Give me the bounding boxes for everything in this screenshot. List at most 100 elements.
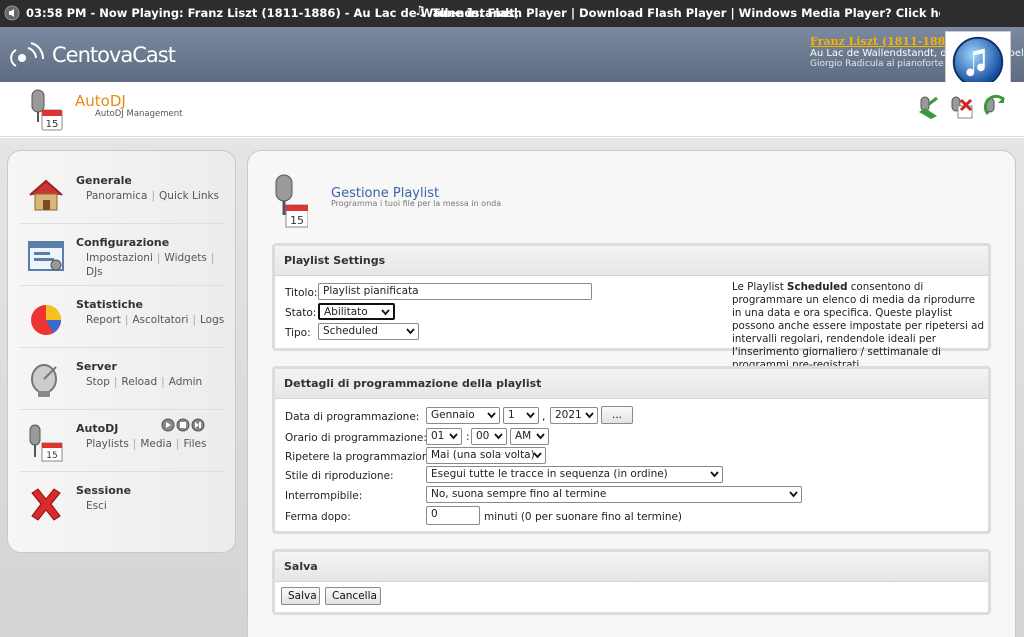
separator: | (175, 438, 180, 450)
sidebar-link-esci[interactable]: Esci (86, 500, 107, 512)
svg-text:15: 15 (290, 214, 304, 227)
stop-after-label: Ferma dopo: (285, 511, 351, 523)
repeat-label: Ripetere la programmazione: (285, 451, 439, 463)
playlist-settings-box: Playlist Settings Titolo: Playlist piani… (272, 243, 991, 371)
chevron-down-icon (406, 328, 415, 335)
day-select[interactable]: 1 (503, 407, 539, 424)
title-input[interactable]: Playlist pianificata (318, 283, 592, 300)
red-x-icon (31, 488, 61, 521)
type-select[interactable]: Scheduled (318, 323, 419, 340)
page-subtitle: Programma i tuoi file per la messa in on… (331, 199, 502, 208)
schedule-details-box: Dettagli di programmazione della playlis… (272, 366, 991, 534)
separator: | (124, 314, 129, 326)
chevron-down-icon (585, 412, 594, 419)
sidebar-link-media[interactable]: Media (140, 438, 172, 450)
year-select[interactable]: 2021 (550, 407, 598, 424)
separator: | (132, 438, 137, 450)
sidebar-item-sessione: Sessione Esci (8, 483, 237, 541)
save-button[interactable]: Salva (281, 587, 320, 605)
home-icon (29, 179, 63, 211)
divider (20, 347, 225, 348)
sidebar-link-djs[interactable]: DJs (86, 266, 103, 278)
sidebar-link-widgets[interactable]: Widgets (164, 252, 206, 264)
chevron-down-icon (381, 309, 390, 316)
autodj-skip-icon[interactable] (982, 94, 1008, 120)
separator: | (151, 190, 156, 202)
playlist-help-text: Le Playlist Scheduled consentono di prog… (732, 281, 984, 371)
state-select[interactable]: Abilitato (318, 303, 395, 320)
speaker-icon[interactable] (4, 5, 20, 21)
chevron-down-icon (494, 433, 503, 440)
box-header: Playlist Settings (275, 246, 988, 276)
box-header: Salva (275, 552, 988, 582)
stop-after-input[interactable]: 0 (426, 506, 480, 525)
autodj-stop-icon[interactable] (948, 94, 974, 120)
settings-window-icon (28, 241, 64, 271)
section-title: AutoDJ (75, 92, 126, 110)
repeat-select[interactable]: Mai (una sola volta) (426, 447, 546, 464)
main-panel: 15 Gestione Playlist Programma i tuoi fi… (247, 150, 1016, 637)
save-box: Salva Salva Cancella (272, 549, 991, 615)
play-style-label: Stile di riproduzione: (285, 470, 394, 482)
chevron-down-icon (789, 491, 798, 498)
chevron-down-icon (487, 412, 496, 419)
sidebar-heading[interactable]: Configurazione (76, 236, 169, 249)
time-label: Orario di programmazione: (285, 432, 427, 444)
separator: | (113, 376, 118, 388)
type-label: Tipo: (285, 327, 311, 339)
tune-in-ticker[interactable]: Tune in: Flash Player | Download Flash P… (432, 6, 940, 20)
chevron-down-icon (526, 412, 535, 419)
sidebar-link-stop[interactable]: Stop (86, 376, 110, 388)
sidebar-link-files[interactable]: Files (183, 438, 206, 450)
pie-chart-icon (31, 305, 61, 335)
title-label: Titolo: (285, 287, 318, 299)
sidebar-link-impostazioni[interactable]: Impostazioni (86, 252, 153, 264)
play-style-select[interactable]: Esegui tutte le tracce in sequenza (in o… (426, 466, 723, 483)
sidebar-link-reload[interactable]: Reload (121, 376, 157, 388)
section-header: 15 AutoDJ AutoDJ Management (0, 82, 1024, 137)
separator: | (210, 252, 215, 264)
chevron-down-icon (449, 433, 458, 440)
sidebar-link-panoramica[interactable]: Panoramica (86, 190, 147, 202)
autodj-mini-controls[interactable] (161, 418, 209, 433)
autodj-microphone-icon: 15 (31, 89, 63, 131)
chevron-down-icon (533, 452, 542, 459)
separator: | (161, 376, 165, 388)
broadcast-icon (10, 42, 45, 67)
sidebar-heading[interactable]: Sessione (76, 484, 131, 497)
chevron-down-icon (710, 471, 719, 478)
month-select[interactable]: Gennaio (426, 407, 500, 424)
sidebar-link-admin[interactable]: Admin (169, 376, 202, 388)
playlist-microphone-icon: 15 (275, 174, 308, 228)
satellite-icon (31, 364, 57, 397)
box-header: Dettagli di programmazione della playlis… (275, 369, 988, 399)
svg-text:15: 15 (46, 119, 59, 130)
sidebar-link-report[interactable]: Report (86, 314, 121, 326)
cancel-button[interactable]: Cancella (325, 587, 381, 605)
now-playing-bar: 03:58 PM - Now Playing: Franz Liszt (181… (0, 0, 1024, 27)
sidebar-link-quick-links[interactable]: Quick Links (159, 190, 219, 202)
interruptible-select[interactable]: No, suona sempre fino al termine (426, 486, 802, 503)
sidebar-heading[interactable]: Server (76, 360, 117, 373)
divider (20, 223, 225, 224)
state-label: Stato: (285, 307, 317, 319)
sidebar-link-logs[interactable]: Logs (200, 314, 224, 326)
divider (20, 471, 225, 472)
sidebar-heading[interactable]: Generale (76, 174, 132, 187)
separator: | (192, 314, 197, 326)
sidebar-heading[interactable]: Statistiche (76, 298, 143, 311)
app-header: CentovaCast Franz Liszt (1811-1886) Au L… (0, 27, 1024, 95)
autodj-start-icon[interactable] (915, 94, 941, 120)
logo-text: CentovaCast (52, 43, 176, 67)
minute-select[interactable]: 00 (471, 428, 507, 445)
stop-after-hint: minuti (0 per suonare fino al termine) (484, 511, 683, 523)
sidebar-link-ascoltatori[interactable]: Ascoltatori (132, 314, 188, 326)
hour-select[interactable]: 01 (426, 428, 462, 445)
music-note-icon: ♫ (414, 4, 426, 19)
sidebar-link-playlists[interactable]: Playlists (86, 438, 129, 450)
date-comma: , (542, 411, 546, 423)
sidebar-heading[interactable]: AutoDJ (76, 422, 118, 435)
ampm-select[interactable]: AM (510, 428, 549, 445)
divider (20, 285, 225, 286)
date-picker-button[interactable]: ... (601, 406, 633, 424)
